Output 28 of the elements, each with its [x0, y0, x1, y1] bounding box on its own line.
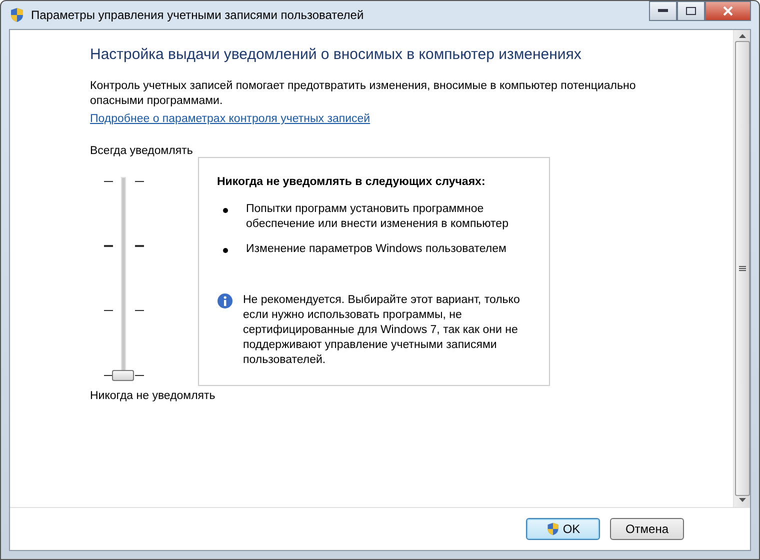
maximize-button[interactable] — [677, 1, 705, 21]
slider-bottom-label: Никогда не уведомлять — [90, 390, 216, 402]
minimize-button[interactable] — [649, 1, 677, 21]
warning-note: Не рекомендуется. Выбирайте этот вариант, только если нужно использовать программы, не сертифицированные для Windows 7, так как они не поддерживают управление учетными записями пользователей. — [243, 293, 521, 368]
maximize-icon — [686, 7, 696, 15]
ok-button[interactable]: OK — [526, 518, 600, 540]
cancel-button[interactable]: Отмена — [610, 518, 684, 540]
window-title: Параметры управления учетными записями пользователей — [31, 8, 365, 22]
scrollbar[interactable] — [733, 30, 750, 507]
help-link[interactable]: Подробнее о параметрах контроля учетных записей — [90, 113, 370, 125]
page-heading: Настройка выдачи уведомлений о вносимых в компьютер изменениях — [90, 46, 582, 63]
slider-top-label: Всегда уведомлять — [90, 145, 193, 157]
bullet-text: Попытки программ установить программное обеспечение или внести изменения в компьютер — [246, 202, 510, 232]
minimize-icon — [658, 9, 668, 13]
scroll-up-arrow-icon[interactable] — [738, 34, 746, 39]
panel-title: Никогда не уведомлять в следующих случаях: — [217, 176, 486, 188]
shield-icon — [9, 7, 25, 23]
scroll-down-arrow-icon[interactable] — [738, 498, 746, 503]
shield-icon — [546, 522, 560, 536]
slider-thumb[interactable] — [112, 370, 134, 381]
bullet-dot — [223, 248, 228, 253]
description-text: Контроль учетных записей помогает предотвратить изменения, вносимые в компьютер потенциально опасными программами. — [90, 79, 637, 109]
grip-icon — [738, 266, 746, 272]
bullet-dot — [223, 208, 228, 213]
info-icon — [217, 293, 233, 309]
bullet-text: Изменение параметров Windows пользователем — [246, 242, 506, 257]
close-icon — [723, 6, 733, 16]
close-button[interactable] — [705, 1, 751, 21]
